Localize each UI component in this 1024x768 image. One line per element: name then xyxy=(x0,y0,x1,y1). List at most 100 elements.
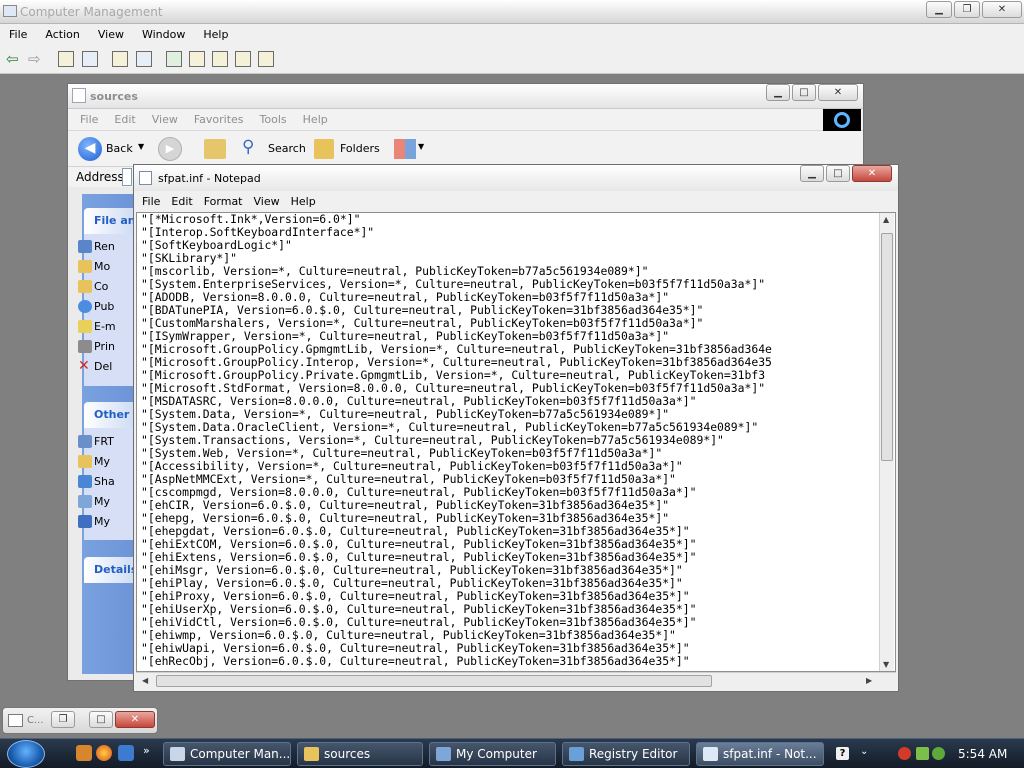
up-folder-icon[interactable] xyxy=(204,139,226,159)
task-print[interactable]: Prin xyxy=(94,340,115,353)
explorer-menubar: File Edit View Favorites Tools Help xyxy=(68,109,863,131)
menu-view[interactable]: View xyxy=(152,113,178,126)
clock[interactable]: 5:54 AM xyxy=(958,747,1007,761)
restore-button[interactable]: ❐ xyxy=(954,1,980,18)
back-arrow-icon[interactable]: ⇦ xyxy=(6,50,19,68)
chrome-icon[interactable] xyxy=(96,745,112,761)
place-4[interactable]: My xyxy=(94,495,110,508)
place-3[interactable]: Sha xyxy=(94,475,115,488)
up-folder-icon[interactable] xyxy=(58,51,74,67)
horizontal-scroll-thumb[interactable] xyxy=(156,675,712,687)
help-icon[interactable] xyxy=(258,51,274,67)
task-email[interactable]: E-m xyxy=(94,320,116,333)
task-my-computer[interactable]: My Computer xyxy=(429,742,556,766)
task-delete[interactable]: Del xyxy=(94,360,112,373)
close-button[interactable]: ✕ xyxy=(852,165,892,182)
details-header[interactable]: Details xyxy=(84,557,140,583)
show-desktop-icon[interactable] xyxy=(118,745,134,761)
task-publish[interactable]: Pub xyxy=(94,300,114,313)
close-button[interactable]: ✕ xyxy=(818,84,858,101)
quick-launch-overflow-icon[interactable]: » xyxy=(143,744,150,757)
start-button[interactable] xyxy=(7,740,45,768)
place-1[interactable]: FRT xyxy=(94,435,114,448)
task-label: Registry Editor xyxy=(589,747,678,761)
address-input[interactable] xyxy=(122,168,132,186)
menu-edit[interactable]: Edit xyxy=(171,195,192,208)
task-sources[interactable]: sources xyxy=(297,742,423,766)
task-move[interactable]: Mo xyxy=(94,260,110,273)
show-hide-tree-icon[interactable] xyxy=(82,51,98,67)
help-icon[interactable]: ? xyxy=(836,747,849,760)
menu-file[interactable]: File xyxy=(142,195,160,208)
vertical-scrollbar[interactable]: ▲ ▼ xyxy=(879,213,894,671)
task-copy[interactable]: Co xyxy=(94,280,108,293)
menu-help[interactable]: Help xyxy=(303,113,328,126)
my-network-places-icon xyxy=(78,515,92,528)
menu-help[interactable]: Help xyxy=(291,195,316,208)
close-button[interactable]: ✕ xyxy=(982,1,1022,18)
task-registry-editor[interactable]: Registry Editor xyxy=(562,742,690,766)
minimized-window-title: C... xyxy=(27,715,44,726)
task-rename[interactable]: Ren xyxy=(94,240,115,253)
properties-icon[interactable] xyxy=(112,51,128,67)
update-icon[interactable] xyxy=(932,747,945,760)
file-and-folder-tasks-header[interactable]: File and xyxy=(84,208,140,234)
menu-favorites[interactable]: Favorites xyxy=(194,113,244,126)
forward-button[interactable]: ▶ xyxy=(158,137,182,161)
place-5[interactable]: My xyxy=(94,515,110,528)
minimize-button[interactable]: ▁ xyxy=(800,165,824,182)
forward-arrow-icon[interactable]: ⇨ xyxy=(28,50,41,68)
network-icon[interactable] xyxy=(916,747,929,760)
scroll-up-icon[interactable]: ▲ xyxy=(883,215,889,224)
explorer-title: sources xyxy=(90,90,138,103)
minimize-button[interactable]: ▁ xyxy=(766,84,790,101)
menu-tools[interactable]: Tools xyxy=(260,113,287,126)
my-computer-icon xyxy=(436,747,451,761)
folders-button[interactable]: Folders xyxy=(314,137,384,161)
back-button[interactable]: ◀ Back ▼ xyxy=(78,137,148,161)
views-button[interactable]: ▼ xyxy=(394,139,428,159)
minimize-button[interactable]: ▁ xyxy=(926,1,952,18)
maximize-button[interactable]: □ xyxy=(792,84,816,101)
close-button[interactable]: ✕ xyxy=(115,711,155,728)
menu-view[interactable]: View xyxy=(254,195,280,208)
menu-help[interactable]: Help xyxy=(203,28,228,41)
menu-action[interactable]: Action xyxy=(45,28,79,41)
security-alert-icon[interactable] xyxy=(898,747,911,760)
task-notepad[interactable]: sfpat.inf - Not... xyxy=(696,742,824,766)
firefox-icon[interactable] xyxy=(76,745,92,761)
export-list-icon[interactable] xyxy=(189,51,205,67)
minimized-window[interactable]: C... ❐ □ ✕ xyxy=(2,707,158,734)
find-icon[interactable] xyxy=(235,51,251,67)
menu-window[interactable]: Window xyxy=(142,28,185,41)
explorer-titlebar[interactable]: sources ▁ □ ✕ xyxy=(68,84,863,109)
refresh-icon[interactable] xyxy=(166,51,182,67)
scroll-down-icon[interactable]: ▼ xyxy=(883,660,889,669)
explorer-toolbar: ◀ Back ▼ ▶ ⚲ Search Folders ▼ xyxy=(68,131,863,167)
open-folder-icon[interactable] xyxy=(212,51,228,67)
other-places-header[interactable]: Other xyxy=(84,402,140,428)
computer-management-title: Computer Management xyxy=(20,5,163,19)
maximize-button[interactable]: □ xyxy=(826,165,850,182)
maximize-button[interactable]: □ xyxy=(89,711,113,728)
scroll-right-icon[interactable]: ▶ xyxy=(866,676,872,685)
computer-management-titlebar[interactable]: Computer Management ▁ ❐ ✕ xyxy=(0,0,1024,24)
vertical-scroll-thumb[interactable] xyxy=(881,233,893,461)
details-view-icon[interactable] xyxy=(136,51,152,67)
menu-file[interactable]: File xyxy=(9,28,27,41)
menu-view[interactable]: View xyxy=(98,28,124,41)
notepad-text-area[interactable]: "[*Microsoft.Ink*,Version=6.0*]" "[Intero… xyxy=(136,212,896,672)
place-2[interactable]: My xyxy=(94,455,110,468)
menu-edit[interactable]: Edit xyxy=(114,113,135,126)
horizontal-scrollbar[interactable]: ◀ ▶ xyxy=(136,672,896,688)
menu-format[interactable]: Format xyxy=(204,195,243,208)
folders-label: Folders xyxy=(340,142,380,155)
notepad-titlebar[interactable]: sfpat.inf - Notepad ▁ □ ✕ xyxy=(134,165,898,191)
search-button[interactable]: ⚲ Search xyxy=(242,137,310,161)
folder-icon xyxy=(304,747,319,761)
restore-button[interactable]: ❐ xyxy=(51,711,75,728)
task-computer-management[interactable]: Computer Man... xyxy=(163,742,291,766)
scroll-left-icon[interactable]: ◀ xyxy=(142,676,148,685)
chevron-down-icon[interactable]: ⌄ xyxy=(860,746,868,757)
menu-file[interactable]: File xyxy=(80,113,98,126)
